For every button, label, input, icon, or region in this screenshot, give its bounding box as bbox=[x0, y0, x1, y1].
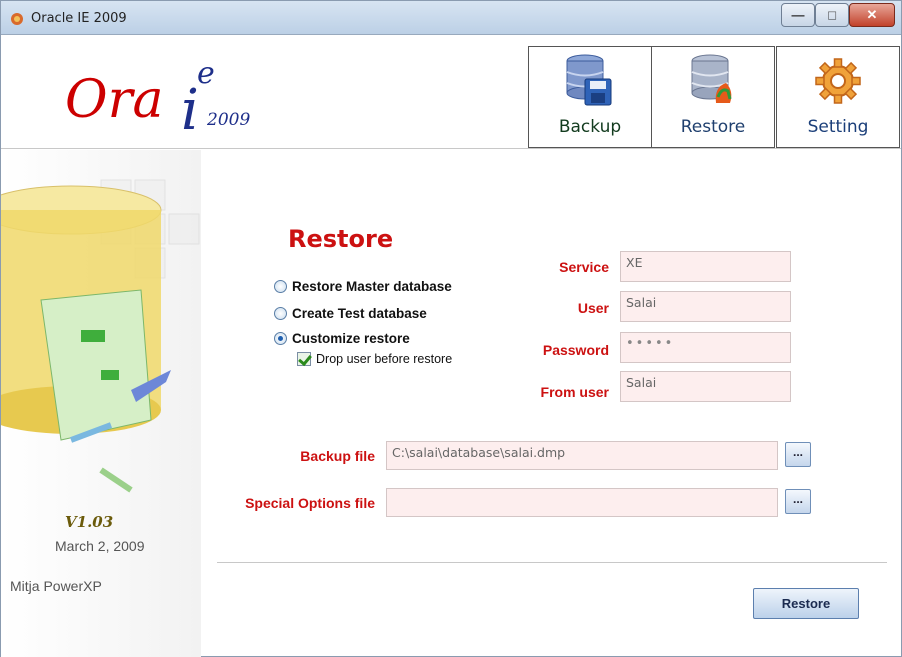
restore-button[interactable]: Restore bbox=[753, 588, 859, 619]
app-window: Oracle IE 2009 — □ ✕ Ora i e 2009 Backup… bbox=[0, 0, 902, 657]
user-field[interactable]: Salai bbox=[620, 291, 791, 322]
special-options-browse-button[interactable]: ... bbox=[785, 489, 811, 514]
logo-year: 2009 bbox=[207, 110, 251, 130]
option-create-test[interactable]: Create Test database bbox=[274, 306, 427, 321]
close-button[interactable]: ✕ bbox=[849, 3, 895, 27]
radio-create-test[interactable] bbox=[274, 307, 287, 320]
app-icon bbox=[11, 13, 23, 25]
divider bbox=[217, 562, 887, 563]
database-restore-icon bbox=[691, 54, 732, 103]
backup-label: Backup bbox=[558, 117, 622, 137]
page-title: Restore bbox=[288, 225, 394, 253]
gear-icon bbox=[815, 58, 861, 104]
option-create-test-label: Create Test database bbox=[292, 306, 427, 321]
database-save-icon bbox=[566, 54, 612, 106]
setting-button[interactable]: Setting bbox=[776, 46, 900, 148]
password-label: Password bbox=[542, 342, 609, 358]
drop-user-checkbox[interactable] bbox=[297, 352, 311, 366]
user-label: User bbox=[577, 300, 609, 316]
close-icon: ✕ bbox=[866, 7, 878, 22]
minimize-icon: — bbox=[791, 7, 805, 23]
backup-button[interactable]: Backup bbox=[528, 46, 652, 148]
maximize-icon: □ bbox=[828, 7, 836, 23]
drop-user-label: Drop user before restore bbox=[316, 352, 453, 366]
database-illustration bbox=[1, 179, 200, 493]
logo-ora: Ora bbox=[65, 70, 164, 130]
title-bar[interactable]: Oracle IE 2009 — □ ✕ bbox=[1, 1, 901, 35]
from-user-field[interactable]: Salai bbox=[620, 371, 791, 402]
version-label: V1.03 bbox=[65, 513, 114, 531]
maximize-button[interactable]: □ bbox=[815, 3, 849, 27]
option-customize-restore[interactable]: Customize restore bbox=[274, 331, 410, 346]
radio-customize-restore[interactable] bbox=[274, 332, 287, 345]
service-field[interactable]: XE bbox=[620, 251, 791, 282]
service-label: Service bbox=[559, 259, 609, 275]
special-options-field[interactable] bbox=[386, 488, 778, 517]
window-controls: — □ ✕ bbox=[781, 3, 895, 27]
password-field[interactable]: ••••• bbox=[620, 332, 791, 363]
minimize-button[interactable]: — bbox=[781, 3, 815, 27]
option-restore-master[interactable]: Restore Master database bbox=[274, 279, 452, 294]
logo-e: e bbox=[197, 56, 215, 91]
backup-file-label: Backup file bbox=[300, 448, 375, 464]
restore-tab-button[interactable]: Restore bbox=[651, 46, 775, 148]
release-date: March 2, 2009 bbox=[55, 538, 145, 554]
from-user-label: From user bbox=[540, 384, 609, 400]
special-options-label: Special Options file bbox=[245, 495, 375, 511]
window-title: Oracle IE 2009 bbox=[31, 11, 127, 26]
backup-file-field[interactable]: C:\salai\database\salai.dmp bbox=[386, 441, 778, 470]
setting-label: Setting bbox=[807, 117, 869, 137]
restore-tab-label: Restore bbox=[680, 117, 746, 137]
drop-user-checkbox-row[interactable]: Drop user before restore bbox=[297, 352, 452, 366]
option-restore-master-label: Restore Master database bbox=[292, 279, 452, 294]
radio-restore-master[interactable] bbox=[274, 280, 287, 293]
header: Ora i e 2009 Backup Restore Setting bbox=[1, 36, 901, 149]
backup-file-browse-button[interactable]: ... bbox=[785, 442, 811, 467]
author-label: Mitja PowerXP bbox=[10, 578, 102, 594]
left-panel: V1.03 March 2, 2009 Mitja PowerXP bbox=[1, 150, 201, 657]
option-customize-restore-label: Customize restore bbox=[292, 331, 410, 346]
app-logo: Ora i e 2009 bbox=[61, 56, 281, 143]
